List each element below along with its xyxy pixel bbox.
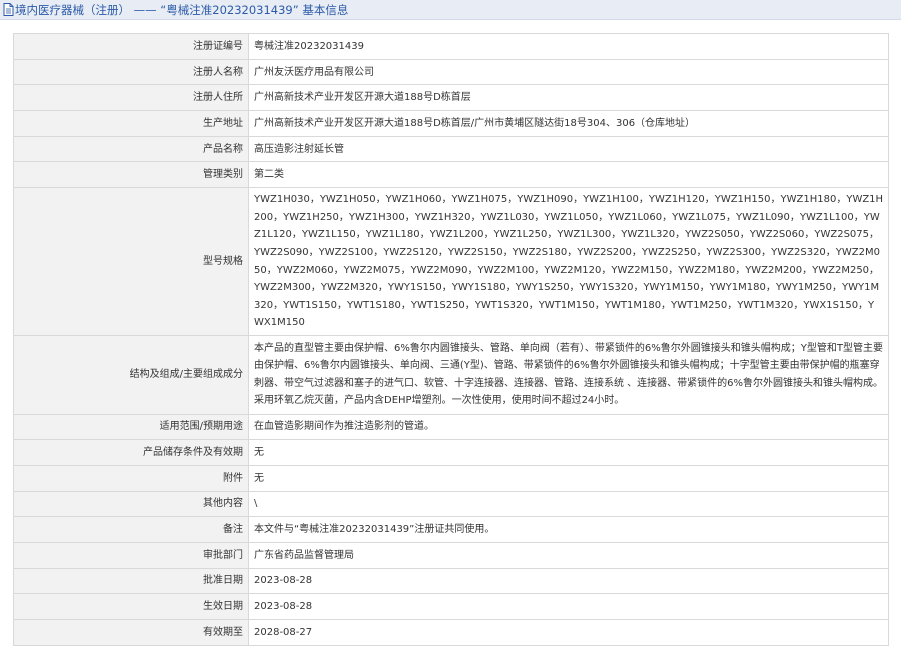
row-label: 产品储存条件及有效期	[13, 439, 249, 466]
row-label: 注册人名称	[13, 58, 249, 86]
row-value: 广州友沃医疗用品有限公司	[248, 58, 889, 86]
row-label: 生产地址	[13, 110, 249, 137]
row-value: 广州高新技术产业开发区开源大道188号D栋首层	[248, 84, 889, 112]
row-label: 审批部门	[13, 541, 249, 569]
row-value: \	[248, 490, 889, 518]
row-label: 型号规格	[13, 187, 249, 336]
row-value: 第二类	[248, 161, 889, 189]
row-value: 粤械注准20232031439	[248, 33, 889, 60]
document-icon	[3, 3, 14, 16]
row-remarks: 备注 本文件与“粤械注准20232031439”注册证共同使用。	[13, 516, 889, 543]
row-label: 注册人住所	[13, 84, 249, 112]
row-production-address: 生产地址 广州高新技术产业开发区开源大道188号D栋首层/广州市黄埔区隧达街18…	[13, 110, 889, 137]
row-value: 本文件与“粤械注准20232031439”注册证共同使用。	[248, 516, 889, 543]
row-value: 高压造影注射延长管	[248, 135, 889, 163]
row-attachments: 附件 无	[13, 464, 889, 492]
row-registration-number: 注册证编号 粤械注准20232031439	[13, 33, 889, 60]
row-registrant-name: 注册人名称 广州友沃医疗用品有限公司	[13, 58, 889, 86]
row-label: 附件	[13, 464, 249, 492]
page-header: 境内医疗器械（注册） —— “粤械注准20232031439” 基本信息	[0, 0, 901, 20]
row-label: 有效期至	[13, 619, 249, 646]
row-label: 生效日期	[13, 593, 249, 620]
row-value: 2023-08-28	[248, 567, 889, 595]
row-value: 无	[248, 464, 889, 492]
row-registrant-address: 注册人住所 广州高新技术产业开发区开源大道188号D栋首层	[13, 84, 889, 112]
row-model-specification: 型号规格 YWZ1H030，YWZ1H050，YWZ1H060，YWZ1H075…	[13, 187, 889, 336]
row-intended-use: 适用范围/预期用途 在血管造影期间作为推注造影剂的管道。	[13, 413, 889, 441]
row-label: 管理类别	[13, 161, 249, 189]
row-label: 结构及组成/主要组成成分	[13, 334, 249, 415]
row-value: 无	[248, 439, 889, 466]
row-value: 在血管造影期间作为推注造影剂的管道。	[248, 413, 889, 441]
row-value: 2023-08-28	[248, 593, 889, 620]
row-product-name: 产品名称 高压造影注射延长管	[13, 135, 889, 163]
page-title: 境内医疗器械（注册） —— “粤械注准20232031439” 基本信息	[15, 2, 349, 17]
row-other-content: 其他内容 \	[13, 490, 889, 518]
row-label: 备注	[13, 516, 249, 543]
row-value: YWZ1H030，YWZ1H050，YWZ1H060，YWZ1H075，YWZ1…	[248, 187, 889, 336]
row-storage-validity: 产品储存条件及有效期 无	[13, 439, 889, 466]
row-expiry-date: 有效期至 2028-08-27	[13, 619, 889, 646]
row-approval-department: 审批部门 广东省药品监督管理局	[13, 541, 889, 569]
row-value: 本产品的直型管主要由保护帽、6%鲁尔内圆锥接头、管路、单向阀（若有）、带紧锁件的…	[248, 334, 889, 415]
row-label: 注册证编号	[13, 33, 249, 60]
row-label: 其他内容	[13, 490, 249, 518]
row-label: 产品名称	[13, 135, 249, 163]
row-value: 2028-08-27	[248, 619, 889, 646]
row-label: 适用范围/预期用途	[13, 413, 249, 441]
row-effective-date: 生效日期 2023-08-28	[13, 593, 889, 620]
info-table: 注册证编号 粤械注准20232031439 注册人名称 广州友沃医疗用品有限公司…	[13, 33, 889, 646]
row-approval-date: 批准日期 2023-08-28	[13, 567, 889, 595]
row-label: 批准日期	[13, 567, 249, 595]
row-management-category: 管理类别 第二类	[13, 161, 889, 189]
row-value: 广东省药品监督管理局	[248, 541, 889, 569]
row-structure-composition: 结构及组成/主要组成成分 本产品的直型管主要由保护帽、6%鲁尔内圆锥接头、管路、…	[13, 334, 889, 415]
row-value: 广州高新技术产业开发区开源大道188号D栋首层/广州市黄埔区隧达街18号304、…	[248, 110, 889, 137]
